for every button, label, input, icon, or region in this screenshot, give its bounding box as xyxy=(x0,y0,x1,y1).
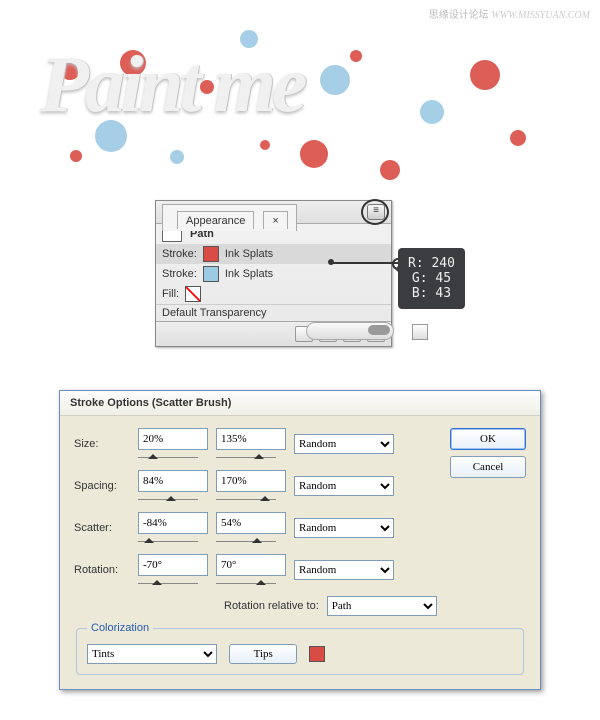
scatter-mode-select[interactable]: Random xyxy=(294,518,394,538)
close-icon[interactable]: × xyxy=(263,211,287,229)
panel-menu-icon[interactable]: ≡ xyxy=(367,204,385,220)
swatch-icon[interactable] xyxy=(203,266,219,282)
watermark: 思缘设计论坛 WWW.MISSYUAN.COM xyxy=(429,6,590,21)
spacing-max-input[interactable] xyxy=(216,470,286,492)
row-type-label: Stroke: xyxy=(162,268,197,280)
scatter-min-slider[interactable] xyxy=(138,534,198,544)
splat xyxy=(300,140,328,168)
splat xyxy=(320,65,350,95)
brush-name: Ink Splats xyxy=(225,248,273,260)
color-b: B: 43 xyxy=(408,286,455,301)
link-icon[interactable] xyxy=(412,324,428,340)
artwork-text-wrap: Paint me xyxy=(40,40,304,131)
spacing-mode-select[interactable]: Random xyxy=(294,476,394,496)
watermark-url: WWW.MISSYUAN.COM xyxy=(491,10,590,21)
watermark-site: 思缘设计论坛 xyxy=(429,10,489,21)
row-type-label: Stroke: xyxy=(162,248,197,260)
rotation-min-input[interactable] xyxy=(138,554,208,576)
rotation-relative-label: Rotation relative to: xyxy=(224,600,319,612)
tips-button[interactable]: Tips xyxy=(229,644,297,664)
size-min-slider[interactable] xyxy=(138,450,198,460)
rotation-relative-select[interactable]: Path xyxy=(327,596,437,616)
scatter-max-input[interactable] xyxy=(216,512,286,534)
colorization-fieldset: Colorization Tints Tips xyxy=(76,622,524,675)
brush-name: Ink Splats xyxy=(225,268,273,280)
appearance-tab-bar: Appearance × ≡ xyxy=(156,201,391,224)
scatter-label: Scatter: xyxy=(74,522,130,534)
size-max-slider[interactable] xyxy=(216,450,276,460)
rotation-label: Rotation: xyxy=(74,564,130,576)
spacing-label: Spacing: xyxy=(74,480,130,492)
spacing-min-input[interactable] xyxy=(138,470,208,492)
splat xyxy=(350,50,362,62)
size-mode-select[interactable]: Random xyxy=(294,434,394,454)
swatch-icon[interactable] xyxy=(203,246,219,262)
rotation-relative-row: Rotation relative to: Path xyxy=(224,596,526,616)
appearance-tab-label: Appearance xyxy=(177,211,254,229)
appearance-stroke-row[interactable]: Stroke: Ink Splats xyxy=(156,264,391,284)
color-r: R: 240 xyxy=(408,256,455,271)
opacity-slider[interactable] xyxy=(306,322,394,340)
appearance-stroke-row[interactable]: Stroke: Ink Splats xyxy=(156,244,391,264)
dialog-title: Stroke Options (Scatter Brush) xyxy=(70,397,231,409)
scatter-min-input[interactable] xyxy=(138,512,208,534)
appearance-transparency-row[interactable]: Default Transparency xyxy=(156,304,391,321)
color-tooltip: R: 240 G: 45 B: 43 xyxy=(398,248,465,309)
splat xyxy=(260,140,270,150)
rotation-row: Rotation: Random xyxy=(74,554,526,586)
splat xyxy=(470,60,500,90)
rotation-max-slider[interactable] xyxy=(216,576,276,586)
splat xyxy=(420,100,444,124)
row-type-label: Fill: xyxy=(162,288,179,300)
rotation-mode-select[interactable]: Random xyxy=(294,560,394,580)
size-max-input[interactable] xyxy=(216,428,286,450)
splat xyxy=(380,160,400,180)
stroke-options-dialog: Stroke Options (Scatter Brush) OK Cancel… xyxy=(59,390,541,690)
transparency-label: Default Transparency xyxy=(162,307,267,319)
appearance-panel: Appearance × ≡ Path Stroke: Ink Splats S… xyxy=(155,200,392,347)
dialog-titlebar[interactable]: Stroke Options (Scatter Brush) xyxy=(60,391,540,416)
artwork-text: Paint me xyxy=(40,41,304,129)
spacing-min-slider[interactable] xyxy=(138,492,198,502)
splat xyxy=(170,150,184,164)
appearance-tab[interactable]: Appearance × xyxy=(162,204,297,231)
rotation-max-input[interactable] xyxy=(216,554,286,576)
scatter-max-slider[interactable] xyxy=(216,534,276,544)
splat xyxy=(70,150,82,162)
colorization-method-select[interactable]: Tints xyxy=(87,644,217,664)
cancel-button[interactable]: Cancel xyxy=(450,456,526,478)
rotation-min-slider[interactable] xyxy=(138,576,198,586)
size-min-input[interactable] xyxy=(138,428,208,450)
splat xyxy=(510,130,526,146)
spacing-max-slider[interactable] xyxy=(216,492,276,502)
colorization-legend: Colorization xyxy=(87,622,153,634)
none-swatch-icon[interactable] xyxy=(185,286,201,302)
appearance-fill-row[interactable]: Fill: xyxy=(156,284,391,304)
key-color-swatch[interactable] xyxy=(309,646,325,662)
size-label: Size: xyxy=(74,438,130,450)
callout-line xyxy=(332,262,398,264)
ok-button[interactable]: OK xyxy=(450,428,526,450)
artwork-canvas: 思缘设计论坛 WWW.MISSYUAN.COM Paint me xyxy=(0,0,600,200)
scatter-row: Scatter: Random xyxy=(74,512,526,544)
color-g: G: 45 xyxy=(408,271,455,286)
